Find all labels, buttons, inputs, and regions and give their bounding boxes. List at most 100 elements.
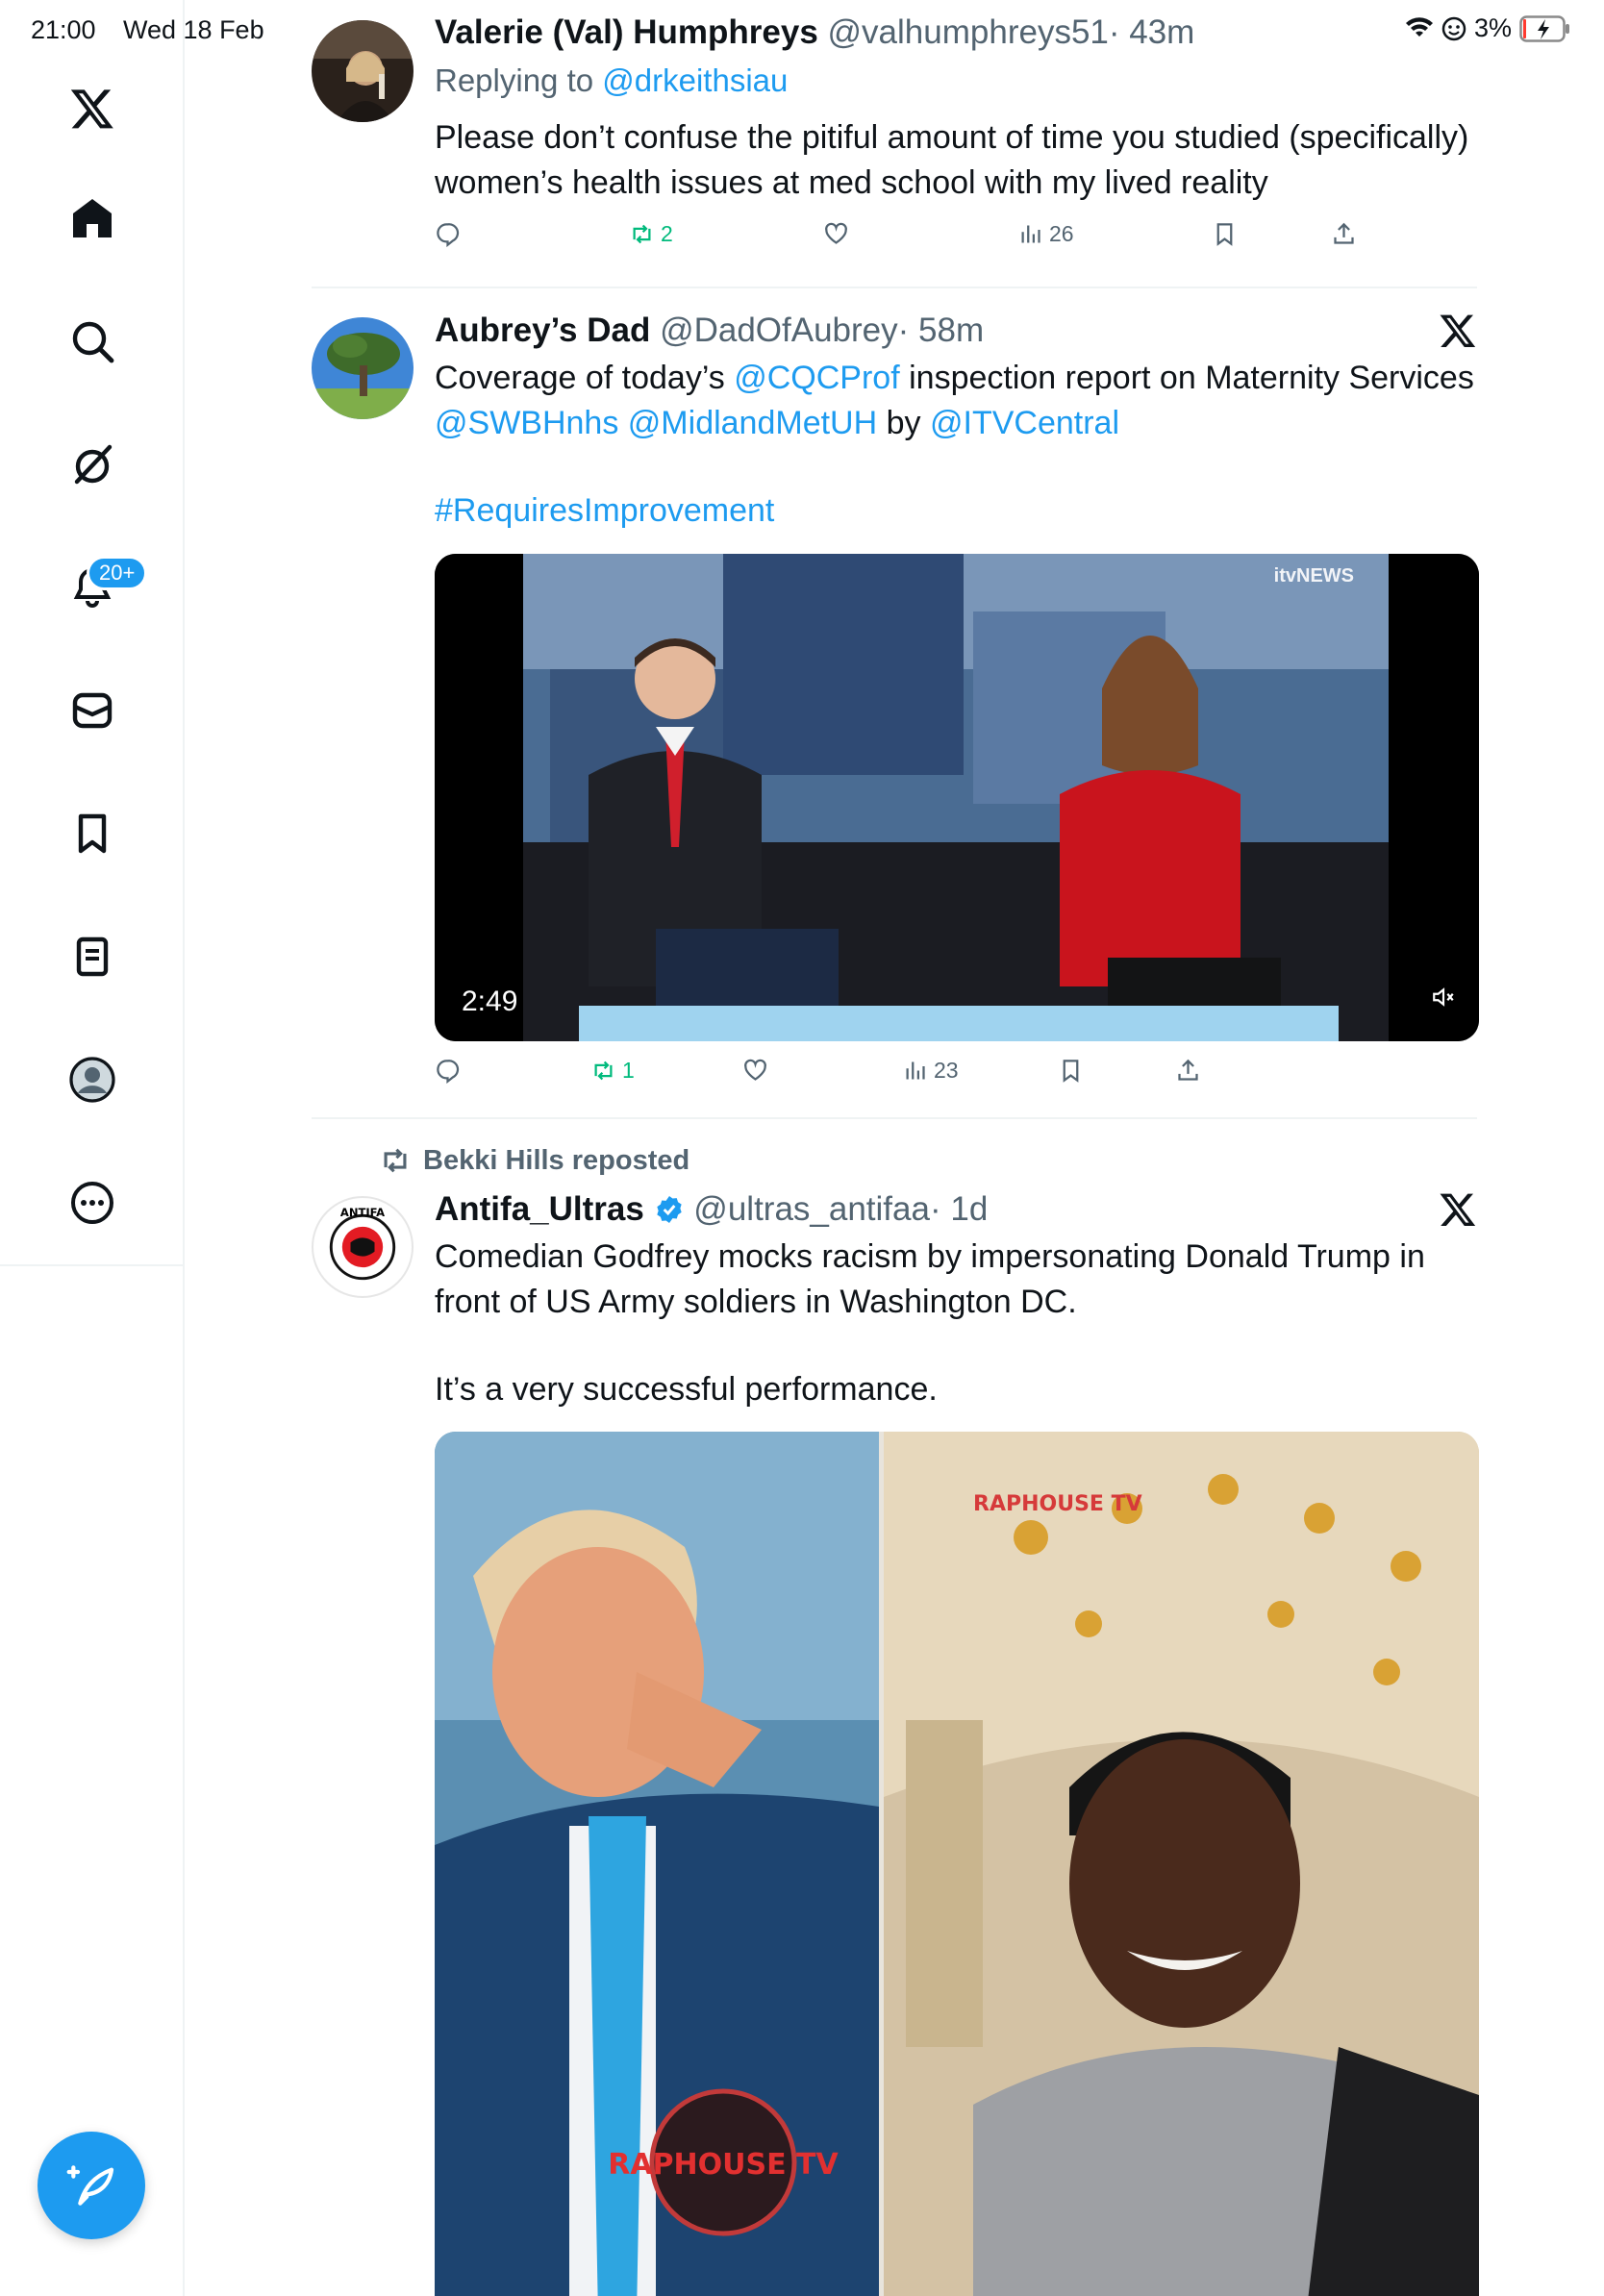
nav-bookmarks[interactable] xyxy=(54,795,131,872)
text-part xyxy=(618,405,627,441)
mention-link[interactable]: @SWBHnhs xyxy=(435,405,618,441)
mention-link[interactable]: @ITVCentral xyxy=(930,405,1119,441)
nav-more[interactable] xyxy=(54,1164,131,1241)
reply-context: Replying to @drkeithsiau xyxy=(435,60,1479,102)
reply-button[interactable] xyxy=(435,1058,461,1084)
text-part: by xyxy=(877,405,930,441)
share-icon xyxy=(1178,1059,1198,1081)
share-button[interactable] xyxy=(1331,221,1357,247)
split-photo-trump-godfrey: RAPHOUSE TV RAPHOUSE TV xyxy=(435,1432,1479,2296)
list-icon xyxy=(76,936,109,977)
retweet-icon xyxy=(594,1061,613,1081)
search-icon xyxy=(72,321,114,363)
share-button[interactable] xyxy=(1175,1058,1201,1084)
hashtag-link[interactable]: #RequiresImprovement xyxy=(435,488,1479,534)
author-handle[interactable]: @DadOfAubrey xyxy=(660,312,898,349)
compose-feather-icon xyxy=(66,2165,114,2206)
author-handle[interactable]: @valhumphreys51 xyxy=(828,13,1109,51)
reply-mention[interactable]: @drkeithsiau xyxy=(602,62,788,98)
author-name[interactable]: Aubrey’s Dad xyxy=(435,312,650,349)
grok-icon xyxy=(74,444,113,485)
tweet-time[interactable]: · 43m xyxy=(1109,13,1194,51)
battery-charging-icon xyxy=(1519,14,1569,42)
nav-home[interactable] xyxy=(54,180,131,257)
bookmark-icon xyxy=(78,813,107,854)
watermark-text: RAPHOUSE TV xyxy=(973,1492,1142,1516)
compose-button[interactable] xyxy=(38,2132,145,2239)
tweet-image[interactable]: RAPHOUSE TV RAPHOUSE TV xyxy=(435,1432,1479,2296)
like-button[interactable] xyxy=(823,221,849,247)
repost-context[interactable]: Bekki Hills reposted xyxy=(379,1144,689,1177)
text-part: inspection report on Maternity Services xyxy=(899,360,1474,396)
avatar-aubreys-dad[interactable] xyxy=(312,317,414,419)
mention-link[interactable]: @MidlandMetUH xyxy=(628,405,877,441)
tweet-divider xyxy=(312,1117,1477,1119)
reply-prefix: Replying to xyxy=(435,62,594,98)
nav-explore[interactable] xyxy=(54,303,131,380)
svg-text:ANTIFA: ANTIFA xyxy=(340,1206,385,1219)
nav-lists[interactable] xyxy=(54,918,131,995)
tweet-text-line: It’s a very successful performance. xyxy=(435,1371,938,1408)
news-studio-video-frame xyxy=(435,554,1479,1041)
video-duration: 2:49 xyxy=(462,986,518,1017)
bookmark-icon xyxy=(1063,1060,1079,1083)
x-logo-icon xyxy=(70,89,113,129)
reply-button[interactable] xyxy=(435,221,461,247)
tweet-text: Please don’t confuse the pitiful amount … xyxy=(435,119,1469,201)
x-home-logo[interactable] xyxy=(54,70,131,147)
profile-avatar-icon xyxy=(69,1057,115,1103)
retweet-count: 1 xyxy=(622,1058,635,1083)
avatar-valerie[interactable] xyxy=(312,20,414,122)
tweet-text: Comedian Godfrey mocks racism by imperso… xyxy=(435,1235,1479,1412)
reply-icon xyxy=(437,1060,460,1084)
bookmark-icon xyxy=(1216,223,1233,246)
retweet-icon xyxy=(633,224,651,244)
like-button[interactable] xyxy=(742,1058,768,1084)
watermark-text: RAPHOUSE TV xyxy=(608,2148,839,2182)
retweet-button[interactable]: 1 xyxy=(590,1058,635,1084)
verified-badge-icon xyxy=(656,1196,682,1223)
tweet-text-line: Comedian Godfrey mocks racism by imperso… xyxy=(435,1238,1425,1320)
retweet-count: 2 xyxy=(661,221,673,246)
repost-label: Bekki Hills reposted xyxy=(423,1144,690,1176)
share-icon xyxy=(1334,222,1354,244)
bookmark-button[interactable] xyxy=(1058,1058,1084,1084)
nav-grok[interactable] xyxy=(54,426,131,503)
views-button[interactable]: 26 xyxy=(1017,221,1074,247)
views-count: 26 xyxy=(1049,221,1074,246)
retweet-icon xyxy=(384,1148,407,1173)
tweet-time[interactable]: · 58m xyxy=(898,312,984,349)
views-chart-icon xyxy=(906,1061,925,1080)
tweet-header: Antifa_Ultras @ultras_antifaa· 1d xyxy=(435,1188,1479,1231)
sidebar-divider xyxy=(0,1264,185,1266)
reply-icon xyxy=(437,223,460,247)
views-chart-icon xyxy=(1021,225,1040,243)
tweet-time[interactable]: · 1d xyxy=(930,1190,988,1228)
mention-link[interactable]: @CQCProf xyxy=(734,360,899,396)
text-part: Coverage of today’s xyxy=(435,360,735,396)
sidebar-nav: 20+ xyxy=(0,0,185,2296)
retweet-button[interactable]: 2 xyxy=(629,221,673,247)
home-icon xyxy=(73,199,112,237)
mute-button[interactable] xyxy=(1431,985,1456,1014)
views-button[interactable]: 23 xyxy=(902,1058,959,1084)
avatar-antifa-ultras[interactable]: ANTIFA xyxy=(312,1196,414,1298)
tweet-header: Valerie (Val) Humphreys @valhumphreys51·… xyxy=(435,12,1479,54)
author-handle[interactable]: @ultras_antifaa xyxy=(693,1190,930,1228)
notifications-badge: 20+ xyxy=(87,556,148,590)
speaker-muted-icon xyxy=(1433,987,1454,1007)
tweet-header: Aubrey’s Dad @DadOfAubrey· 58m xyxy=(435,310,1479,352)
heart-icon xyxy=(825,222,847,244)
author-name[interactable]: Antifa_Ultras xyxy=(435,1190,644,1228)
views-count: 23 xyxy=(934,1058,959,1083)
heart-icon xyxy=(744,1059,766,1081)
author-name[interactable]: Valerie (Val) Humphreys xyxy=(435,13,818,51)
bookmark-button[interactable] xyxy=(1212,221,1238,247)
tweet-text: Coverage of today’s @CQCProf inspection … xyxy=(435,356,1479,534)
nav-messages[interactable] xyxy=(54,672,131,749)
envelope-icon xyxy=(72,692,113,729)
video-player[interactable]: itvNEWS 2:49 xyxy=(435,554,1479,1041)
nav-profile[interactable] xyxy=(54,1041,131,1118)
more-circle-icon xyxy=(71,1182,113,1224)
tweet-divider xyxy=(312,287,1477,288)
